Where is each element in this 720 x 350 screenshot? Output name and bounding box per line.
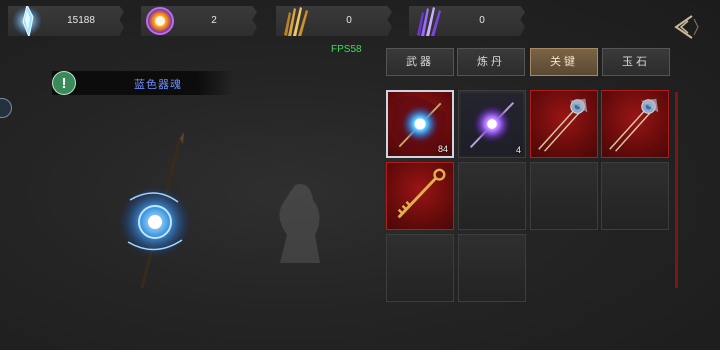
- golden-key-icon: [397, 168, 446, 219]
- back-button[interactable]: [668, 10, 702, 44]
- tab-weapons[interactable]: 武器: [386, 48, 454, 76]
- inventory-slot-5[interactable]: [386, 162, 454, 230]
- inventory-slot-1[interactable]: 84: [386, 90, 454, 158]
- tab-jade[interactable]: 玉石: [602, 48, 670, 76]
- inventory-slot-3[interactable]: [530, 90, 598, 158]
- inventory-slot-2[interactable]: 4: [458, 90, 526, 158]
- item-name-text: 蓝色器魂: [134, 79, 182, 91]
- orange-orb-count: 2: [211, 15, 217, 26]
- inventory-slot-6[interactable]: [458, 162, 526, 230]
- orange-orb-icon: [146, 7, 174, 35]
- golden-claw-count: 0: [346, 15, 352, 26]
- tab-alchemy[interactable]: 炼丹: [457, 48, 525, 76]
- chevron-left-icon: [674, 15, 699, 39]
- inventory-slot-4[interactable]: [601, 90, 669, 158]
- tab-key-items[interactable]: 关键: [530, 48, 598, 76]
- inventory-slot-8[interactable]: [601, 162, 669, 230]
- resource-golden-claw: 0: [276, 6, 392, 36]
- background-figure-image: [279, 184, 320, 263]
- item-count: 4: [515, 145, 521, 155]
- blue-crystal-icon: [12, 6, 42, 36]
- ornate-hairpin-icon: [609, 98, 659, 152]
- resource-orange-orb: 2: [141, 6, 257, 36]
- resource-blue-crystal: 15188: [8, 6, 124, 36]
- fps-counter: FPS58: [331, 44, 362, 55]
- purple-claw-count: 0: [479, 15, 485, 26]
- inventory-slot-10[interactable]: [458, 234, 526, 302]
- inventory-scrollbar[interactable]: [675, 92, 678, 288]
- inventory-slot-7[interactable]: [530, 162, 598, 230]
- item-name-banner: ! 蓝色器魂: [52, 71, 234, 95]
- purple-claw-icon: [417, 7, 441, 36]
- golden-claw-icon: [284, 7, 308, 36]
- item-count: 84: [437, 144, 448, 154]
- ornate-hairpin-icon: [538, 98, 588, 152]
- side-bubble-button[interactable]: [0, 98, 12, 118]
- item-preview-image: [119, 132, 191, 289]
- resource-purple-claw: 0: [409, 6, 525, 36]
- exclamation-icon: !: [52, 71, 76, 95]
- blue-crystal-count: 15188: [67, 15, 95, 26]
- inventory-slot-9[interactable]: [386, 234, 454, 302]
